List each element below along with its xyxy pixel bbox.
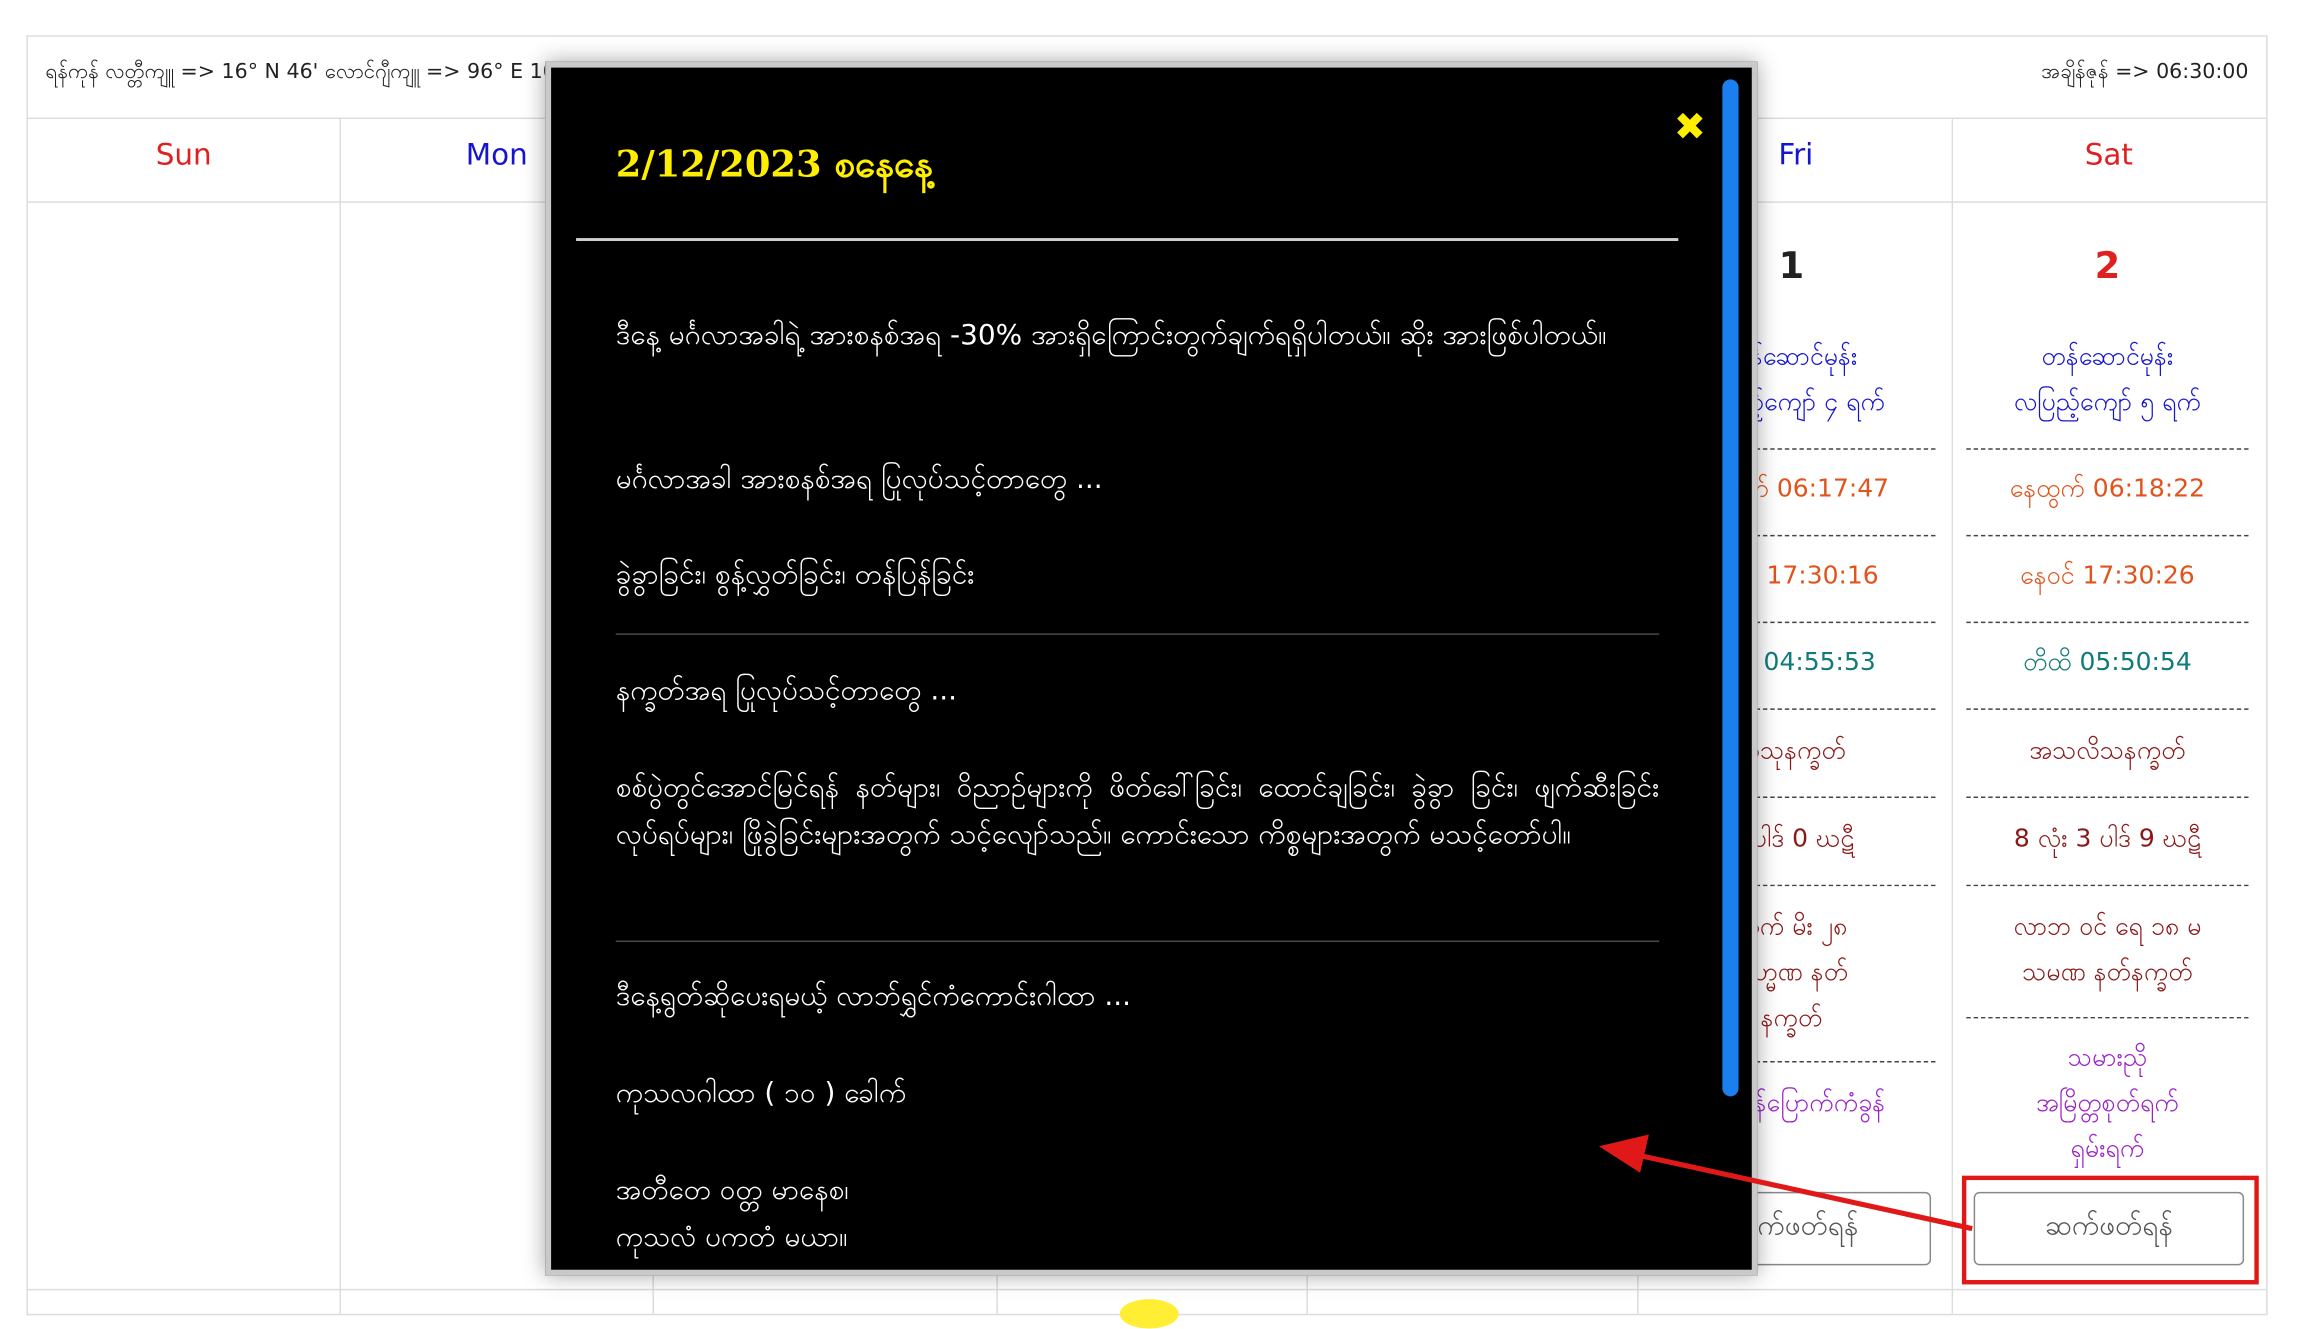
- day-header-sat: Sat: [2084, 136, 2133, 172]
- divider: [1966, 708, 2249, 710]
- modal-gatha-line: အတီတေ ဝတ္တ မာနေစ၊: [615, 1174, 849, 1207]
- modal-title: 2/12/2023 စနေနေ့: [615, 142, 933, 186]
- lagna-info: လာဘ ဝင် ရေ ၁၈ မ သမဏ နတ်နက္ခတ်: [1952, 905, 2264, 996]
- extra-line: ရှမ်းရက်: [2070, 1134, 2145, 1164]
- sunset-time: နေဝင် 17:30:26: [2020, 561, 2195, 591]
- tithi-time: တိထိ 05:50:54: [2023, 648, 2192, 678]
- sunrise-time: နေထွက် 06:18:22: [2009, 474, 2206, 505]
- divider: [1966, 1016, 2249, 1019]
- modal-gatha-line: ကုသလံ ပကတံ မယာ။: [615, 1221, 848, 1254]
- modal-strength-text: ဒီနေ့ မင်္ဂလာအခါရဲ့ အားစနစ်အရ -30% အားရှ…: [615, 318, 1607, 352]
- day-detail-modal: 2/12/2023 စနေနေ့ ✖ ဒီနေ့ မင်္ဂလာအခါရဲ့ အ…: [545, 61, 1758, 1276]
- yellow-dot: [1119, 1299, 1179, 1329]
- extra-line: အမြိတ္တစုတ်ရက်: [2035, 1088, 2179, 1119]
- day-header-sun: Sun: [155, 136, 212, 172]
- modal-gatha-count: ကုသလဂါထာ ( ၁၀ ) ခေါက်: [615, 1077, 907, 1110]
- modal-section-heading: နက္ခတ်အရ ပြုလုပ်သင့်တာတွေ ...: [615, 674, 957, 707]
- modal-section-heading: မင်္ဂလာအခါ အားစနစ်အရ ပြုလုပ်သင့်တာတွေ ..…: [615, 462, 1103, 496]
- annotation-highlight-box: [1961, 1175, 2259, 1285]
- modal-divider: [615, 633, 1660, 635]
- lagna-line: သမဏ နတ်နက္ခတ်: [2022, 958, 2193, 988]
- ghati-value: 8 လုံး 3 ပါဒ် 9 ဃဋီ: [2013, 824, 2201, 854]
- divider: [1966, 534, 2249, 537]
- divider: [1966, 448, 2249, 450]
- lunar-month: တန်ဆောင်မုန်း လပြည့်ကျော် ၅ ရက်: [1952, 335, 2264, 426]
- modal-nakshatra-text: စစ်ပွဲတွင်အောင်မြင်ရန် နတ်များ၊ ဝိညာဉ်မျ…: [615, 771, 1660, 851]
- timezone-label: အချိန်ဇုန် => 06:30:00: [2041, 60, 2249, 84]
- grid-line: [27, 1288, 2267, 1291]
- modal-actions-text: ခွဲခွာခြင်း၊ စွန့်လွှတ်ခြင်း၊ တန်ပြန်ခြင…: [615, 558, 975, 591]
- modal-section-heading: ဒီနေ့ရွတ်ဆိုပေးရမယ့် လာဘ်ရွှင်ကံကောင်းဂါ…: [615, 980, 1131, 1013]
- divider: [1966, 796, 2249, 798]
- nakshatra: အသလိသနက္ခတ်: [2029, 736, 2186, 766]
- modal-scrollbar-thumb[interactable]: [1722, 79, 1739, 1097]
- grid-line: [339, 119, 341, 1314]
- extra-info: သမားညို အမြိတ္တစုတ်ရက် ရှမ်းရက်: [1952, 1036, 2264, 1173]
- lagna-line: လာဘ ဝင် ရေ ၁၈ မ: [2013, 912, 2202, 943]
- date-number: 2: [2094, 243, 2121, 287]
- lunar-month-line: တန်ဆောင်မုန်း: [2041, 342, 2174, 372]
- divider: [1966, 884, 2249, 887]
- extra-line: သမားညို: [2067, 1043, 2147, 1073]
- calendar-page: ရန်ကုန် လတ္တီကျူ => 16° N 46' လောင်ဂျီကျ…: [0, 0, 2297, 1329]
- modal-title-divider: [576, 238, 1679, 242]
- close-icon[interactable]: ✖: [1674, 106, 1706, 150]
- modal-divider: [615, 940, 1660, 943]
- divider: [1966, 621, 2249, 624]
- location-coordinates: ရန်ကုန် လတ္တီကျူ => 16° N 46' လောင်ဂျီကျ…: [45, 60, 562, 84]
- lunar-day-line: လပြည့်ကျော် ၅ ရက်: [2013, 387, 2201, 418]
